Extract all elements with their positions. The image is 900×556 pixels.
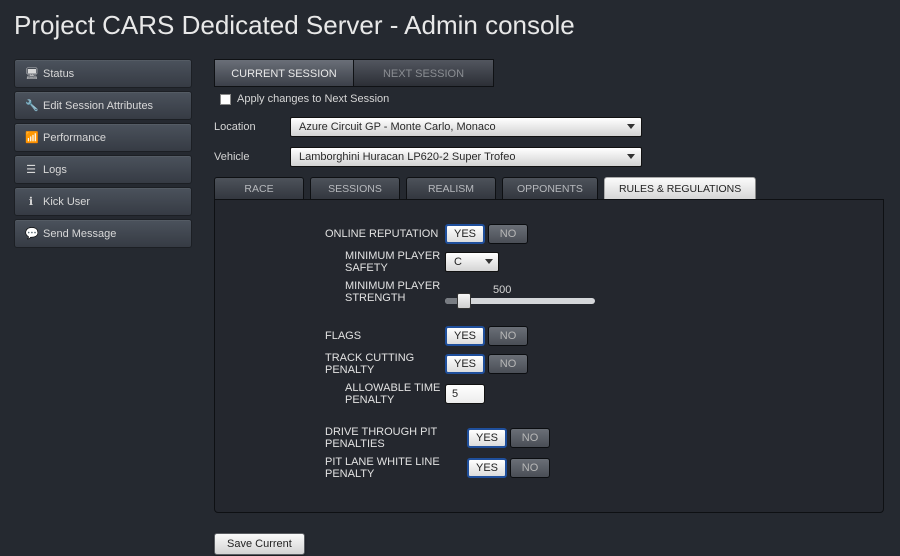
sidebar-item-performance[interactable]: 📶 Performance — [14, 123, 192, 152]
list-icon: ☰ — [25, 163, 37, 176]
tab-rules-regulations[interactable]: RULES & REGULATIONS — [604, 177, 756, 199]
min-strength-label: MINIMUM PLAYER STRENGTH — [235, 280, 445, 304]
monitor-icon: 🖥 — [25, 67, 37, 80]
apply-next-checkbox[interactable] — [220, 94, 231, 105]
location-label: Location — [214, 121, 290, 133]
location-value: Azure Circuit GP - Monte Carlo, Monaco — [299, 121, 496, 133]
tab-current-session[interactable]: CURRENT SESSION — [214, 59, 354, 87]
sidebar-item-label: Performance — [43, 132, 106, 144]
rules-panel: ONLINE REPUTATION YES NO MINIMUM PLAYER … — [214, 199, 884, 513]
save-current-button[interactable]: Save Current — [214, 533, 305, 555]
sidebar-item-label: Status — [43, 68, 74, 80]
sidebar-item-status[interactable]: 🖥 Status — [14, 59, 192, 88]
track-cutting-label: TRACK CUTTING PENALTY — [235, 352, 445, 376]
min-safety-value: C — [454, 256, 462, 268]
chevron-down-icon — [627, 154, 635, 159]
tab-realism[interactable]: REALISM — [406, 177, 496, 199]
page-title: Project CARS Dedicated Server - Admin co… — [0, 0, 900, 59]
slider-knob[interactable] — [457, 293, 471, 309]
session-tabs: CURRENT SESSION NEXT SESSION — [214, 59, 884, 87]
tab-sessions[interactable]: SESSIONS — [310, 177, 400, 199]
track-cutting-toggle: YES NO — [445, 354, 528, 374]
allowable-time-value: 5 — [452, 388, 458, 400]
main-content: CURRENT SESSION NEXT SESSION Apply chang… — [192, 59, 900, 555]
vehicle-value: Lamborghini Huracan LP620-2 Super Trofeo — [299, 151, 515, 163]
online-reputation-toggle: YES NO — [445, 224, 528, 244]
sidebar-item-label: Edit Session Attributes — [43, 100, 153, 112]
min-strength-value: 500 — [493, 284, 511, 296]
sidebar-item-send-message[interactable]: 💬 Send Message — [14, 219, 192, 248]
track-cutting-no[interactable]: NO — [488, 354, 528, 374]
sidebar-item-label: Logs — [43, 164, 67, 176]
sidebar: 🖥 Status 🔧 Edit Session Attributes 📶 Per… — [0, 59, 192, 555]
flags-yes[interactable]: YES — [445, 326, 485, 346]
chevron-down-icon — [627, 124, 635, 129]
min-safety-select[interactable]: C — [445, 252, 499, 272]
drive-through-toggle: YES NO — [467, 428, 550, 448]
drive-through-yes[interactable]: YES — [467, 428, 507, 448]
flags-label: FLAGS — [235, 330, 445, 342]
vehicle-select[interactable]: Lamborghini Huracan LP620-2 Super Trofeo — [290, 147, 642, 167]
min-strength-slider[interactable] — [445, 298, 595, 304]
drive-through-label: DRIVE THROUGH PIT PENALTIES — [235, 426, 467, 450]
online-reputation-yes[interactable]: YES — [445, 224, 485, 244]
wrench-icon: 🔧 — [25, 99, 37, 112]
online-reputation-label: ONLINE REPUTATION — [235, 228, 445, 240]
info-icon: ℹ — [25, 195, 37, 208]
chevron-down-icon — [485, 259, 493, 264]
sidebar-item-logs[interactable]: ☰ Logs — [14, 155, 192, 184]
allowable-time-label: ALLOWABLE TIME PENALTY — [235, 382, 445, 406]
drive-through-no[interactable]: NO — [510, 428, 550, 448]
apply-next-label: Apply changes to Next Session — [237, 93, 389, 105]
pit-white-line-yes[interactable]: YES — [467, 458, 507, 478]
tab-next-session[interactable]: NEXT SESSION — [354, 59, 494, 87]
tab-race[interactable]: RACE — [214, 177, 304, 199]
vehicle-label: Vehicle — [214, 151, 290, 163]
sidebar-item-label: Kick User — [43, 196, 90, 208]
sidebar-item-kick-user[interactable]: ℹ Kick User — [14, 187, 192, 216]
flags-toggle: YES NO — [445, 326, 528, 346]
location-select[interactable]: Azure Circuit GP - Monte Carlo, Monaco — [290, 117, 642, 137]
min-safety-label: MINIMUM PLAYER SAFETY — [235, 250, 445, 274]
sidebar-item-edit-session[interactable]: 🔧 Edit Session Attributes — [14, 91, 192, 120]
online-reputation-no[interactable]: NO — [488, 224, 528, 244]
inner-tabs: RACE SESSIONS REALISM OPPONENTS RULES & … — [214, 177, 884, 199]
allowable-time-input[interactable]: 5 — [445, 384, 485, 404]
flags-no[interactable]: NO — [488, 326, 528, 346]
track-cutting-yes[interactable]: YES — [445, 354, 485, 374]
pit-white-line-no[interactable]: NO — [510, 458, 550, 478]
chat-icon: 💬 — [25, 227, 37, 240]
pit-white-line-label: PIT LANE WHITE LINE PENALTY — [235, 456, 467, 480]
sidebar-item-label: Send Message — [43, 228, 116, 240]
pit-white-line-toggle: YES NO — [467, 458, 550, 478]
apply-next-row: Apply changes to Next Session — [220, 93, 884, 105]
tab-opponents[interactable]: OPPONENTS — [502, 177, 598, 199]
bars-icon: 📶 — [25, 131, 37, 144]
